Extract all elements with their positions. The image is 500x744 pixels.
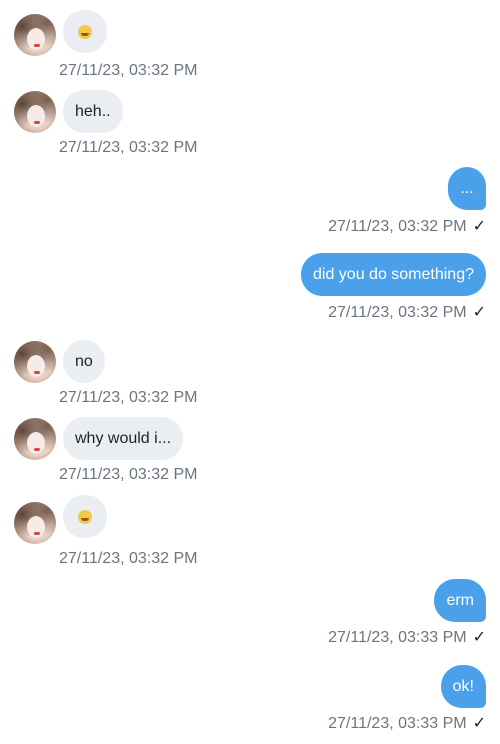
message-timestamp: 27/11/23, 03:32 PM [59, 62, 198, 79]
message-text: why would i... [75, 429, 172, 447]
message-bubble[interactable]: heh.. [63, 90, 123, 133]
message-text: ok! [452, 677, 474, 695]
grimacing-face-emoji [78, 509, 92, 524]
message-timestamp: 27/11/23, 03:32 PM [328, 218, 467, 235]
contact-avatar[interactable] [14, 91, 56, 133]
message-timestamp-row: 27/11/23, 03:32 PM ✓ [328, 302, 486, 322]
message-bubble[interactable]: ... [448, 167, 486, 210]
message-timestamp: 27/11/23, 03:33 PM [328, 629, 467, 646]
message-timestamp-row: 27/11/23, 03:33 PM ✓ [328, 713, 486, 733]
face-with-hand-over-mouth-emoji [78, 24, 92, 39]
checkmark-icon: ✓ [472, 629, 486, 646]
message-text: erm [446, 591, 474, 609]
message-timestamp: 27/11/23, 03:32 PM [59, 466, 198, 483]
message-timestamp: 27/11/23, 03:32 PM [59, 389, 198, 406]
message-bubble[interactable]: ok! [440, 665, 486, 708]
avatar-lip [34, 371, 40, 374]
message-bubble[interactable] [63, 10, 107, 53]
message-text: ... [460, 179, 474, 197]
message-text: heh.. [75, 102, 111, 120]
contact-avatar[interactable] [14, 14, 56, 56]
checkmark-icon: ✓ [472, 218, 486, 235]
message-bubble[interactable]: why would i... [63, 417, 184, 460]
message-timestamp-row: 27/11/23, 03:33 PM ✓ [328, 627, 486, 647]
contact-avatar[interactable] [14, 418, 56, 460]
message-timestamp: 27/11/23, 03:32 PM [59, 550, 198, 567]
message-timestamp-row: 27/11/23, 03:32 PM ✓ [328, 216, 486, 236]
avatar-lip [34, 532, 40, 535]
message-bubble[interactable]: did you do something? [301, 253, 486, 296]
message-bubble[interactable]: erm [434, 579, 486, 622]
message-bubble[interactable]: no [63, 340, 105, 383]
avatar-lip [34, 448, 40, 451]
contact-avatar[interactable] [14, 341, 56, 383]
message-text: did you do something? [313, 265, 474, 283]
message-timestamp: 27/11/23, 03:32 PM [59, 139, 198, 156]
avatar-lip [34, 44, 40, 47]
avatar-lip [34, 121, 40, 124]
message-bubble[interactable] [63, 495, 107, 538]
contact-avatar[interactable] [14, 502, 56, 544]
checkmark-icon: ✓ [472, 304, 486, 321]
message-timestamp: 27/11/23, 03:33 PM [328, 715, 467, 732]
checkmark-icon: ✓ [472, 715, 486, 732]
message-text: no [75, 352, 93, 370]
message-timestamp: 27/11/23, 03:32 PM [328, 304, 467, 321]
